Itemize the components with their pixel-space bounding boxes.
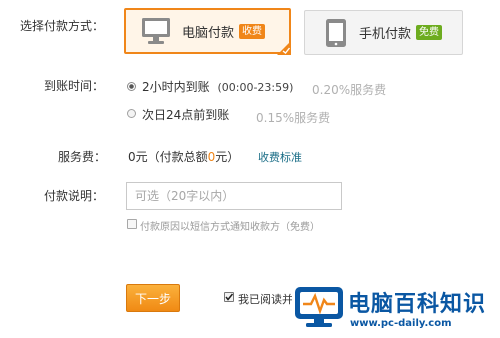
tablet-icon: [325, 18, 347, 48]
method-card-pc[interactable]: 电脑付款 收费: [124, 8, 291, 55]
paid-badge: 收费: [239, 23, 266, 39]
monitor-icon: [141, 17, 171, 45]
service-fee-label: 服务费：: [58, 150, 107, 164]
arrival-option-2h[interactable]: 2小时内到账 (00:00-23:59): [142, 78, 293, 95]
fee-standard-link[interactable]: 收费标准: [258, 149, 302, 165]
agree-checkbox[interactable]: [224, 292, 234, 302]
method-pc-label: 电脑付款: [182, 25, 235, 41]
service-fee-value: 0元（付款总额0元）: [128, 148, 239, 165]
payment-note-label: 付款说明：: [44, 189, 105, 203]
arrival-option-2h-label: 2小时内到账: [142, 80, 210, 94]
fee-rate-2h: 0.20%服务费: [312, 83, 387, 97]
arrival-option-2h-radio[interactable]: [127, 82, 136, 91]
fee-rate-nextday: 0.15%服务费: [256, 111, 331, 125]
next-step-button[interactable]: 下一步: [126, 284, 180, 312]
watermark-logo-icon: [294, 286, 344, 332]
arrival-time-range: (00:00-23:59): [217, 81, 294, 94]
method-card-mobile[interactable]: 手机付款 免费: [304, 10, 463, 55]
selected-check-icon: [277, 40, 291, 55]
free-badge: 免费: [416, 25, 443, 40]
arrival-option-nextday-radio[interactable]: [127, 109, 136, 118]
agree-label: 我已阅读并: [238, 293, 293, 306]
watermark-url: www.pc-daily.com: [350, 318, 452, 329]
arrival-option-nextday[interactable]: 次日24点前到账: [142, 106, 229, 123]
service-fee-prefix: 0元（付款总额: [128, 150, 208, 164]
sms-notify-label: 付款原因以短信方式通知收款方（免费）: [140, 222, 320, 233]
watermark: 电脑百科知识 www.pc-daily.com: [292, 280, 500, 338]
sms-notify-checkbox[interactable]: [127, 219, 137, 229]
arrival-time-label: 到账时间：: [44, 79, 105, 93]
payment-method-label: 选择付款方式：: [20, 19, 105, 33]
service-fee-suffix: 元）: [215, 150, 240, 164]
payment-note-input[interactable]: [126, 182, 342, 210]
watermark-name: 电脑百科知识: [348, 292, 487, 317]
method-mobile-label: 手机付款: [359, 27, 412, 42]
